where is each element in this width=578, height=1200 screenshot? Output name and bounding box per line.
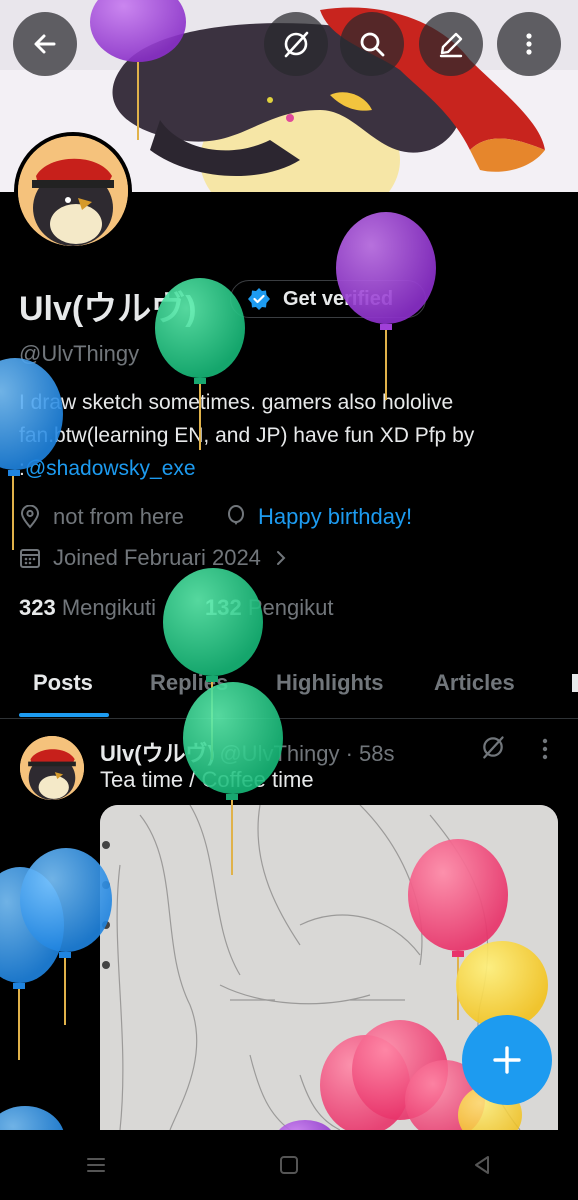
verified-badge-icon: [248, 288, 270, 310]
joined-text: Joined Februari 2024: [53, 545, 261, 570]
post-more-button[interactable]: [535, 736, 555, 767]
display-name: Ulv(ウルヴ): [19, 290, 197, 328]
plus-icon: [493, 1046, 521, 1074]
slash-circle-icon: [483, 736, 504, 759]
followers-stat[interactable]: 132 Pengikut: [205, 595, 333, 621]
tabs-divider: [0, 718, 578, 719]
vertical-dots-icon: [526, 33, 532, 55]
calendar-icon: [20, 549, 40, 568]
location-text: not from here: [53, 504, 184, 529]
followers-label: Pengikut: [247, 595, 334, 620]
bio-mention-link[interactable]: @shadowsky_exe: [25, 457, 196, 480]
location-pin-icon: [20, 505, 40, 529]
active-tab-indicator: [19, 713, 109, 717]
home-icon[interactable]: [277, 1153, 301, 1177]
system-navigation-bar: [0, 1130, 578, 1200]
profile-handle: @UlvThingy: [19, 341, 140, 366]
tab-overflow-indicator: [572, 674, 578, 692]
search-icon: [360, 32, 385, 57]
slash-circle-icon: [284, 31, 309, 58]
post-grok-button[interactable]: [480, 734, 506, 765]
back-button[interactable]: [13, 12, 77, 76]
tab-highlights[interactable]: Highlights: [276, 670, 384, 696]
birthday-item: Happy birthday!: [226, 504, 412, 530]
post-header: Ulv(ウルヴ) @UlvThingy · 58s: [100, 736, 395, 768]
balloon-icon: [228, 505, 244, 525]
back-nav-icon[interactable]: [470, 1153, 494, 1177]
post-author-name[interactable]: Ulv(ウルヴ): [100, 741, 215, 766]
location-item: not from here: [19, 504, 184, 530]
pencil-icon: [439, 32, 463, 58]
post-text: Tea time / Coffee time: [100, 767, 314, 792]
birthday-link[interactable]: Happy birthday!: [258, 504, 412, 530]
tab-replies[interactable]: Replies: [150, 670, 228, 696]
profile-avatar[interactable]: [14, 132, 132, 250]
following-count: 323: [19, 595, 56, 620]
post-avatar[interactable]: [20, 736, 84, 800]
get-verified-button[interactable]: Get verified: [230, 280, 426, 318]
profile-bio: I draw sketch sometimes. gamers also hol…: [19, 386, 559, 485]
post-handle-time: @UlvThingy · 58s: [219, 741, 395, 766]
recent-apps-icon[interactable]: [84, 1153, 108, 1177]
compose-post-button[interactable]: [462, 1015, 552, 1105]
edit-button[interactable]: [419, 12, 483, 76]
more-button[interactable]: [497, 12, 561, 76]
arrow-left-icon: [34, 34, 56, 54]
chevron-right-icon: [276, 551, 286, 565]
tab-posts[interactable]: Posts: [33, 670, 93, 696]
tab-articles[interactable]: Articles: [434, 670, 515, 696]
following-stat[interactable]: 323 Mengikuti: [19, 595, 156, 621]
get-verified-label: Get verified: [283, 287, 394, 310]
search-button[interactable]: [340, 12, 404, 76]
following-label: Mengikuti: [61, 595, 156, 620]
joined-item[interactable]: Joined Februari 2024: [19, 545, 303, 571]
grok-button[interactable]: [264, 12, 328, 76]
followers-count: 132: [205, 595, 242, 620]
vertical-dots-icon: [542, 738, 548, 760]
